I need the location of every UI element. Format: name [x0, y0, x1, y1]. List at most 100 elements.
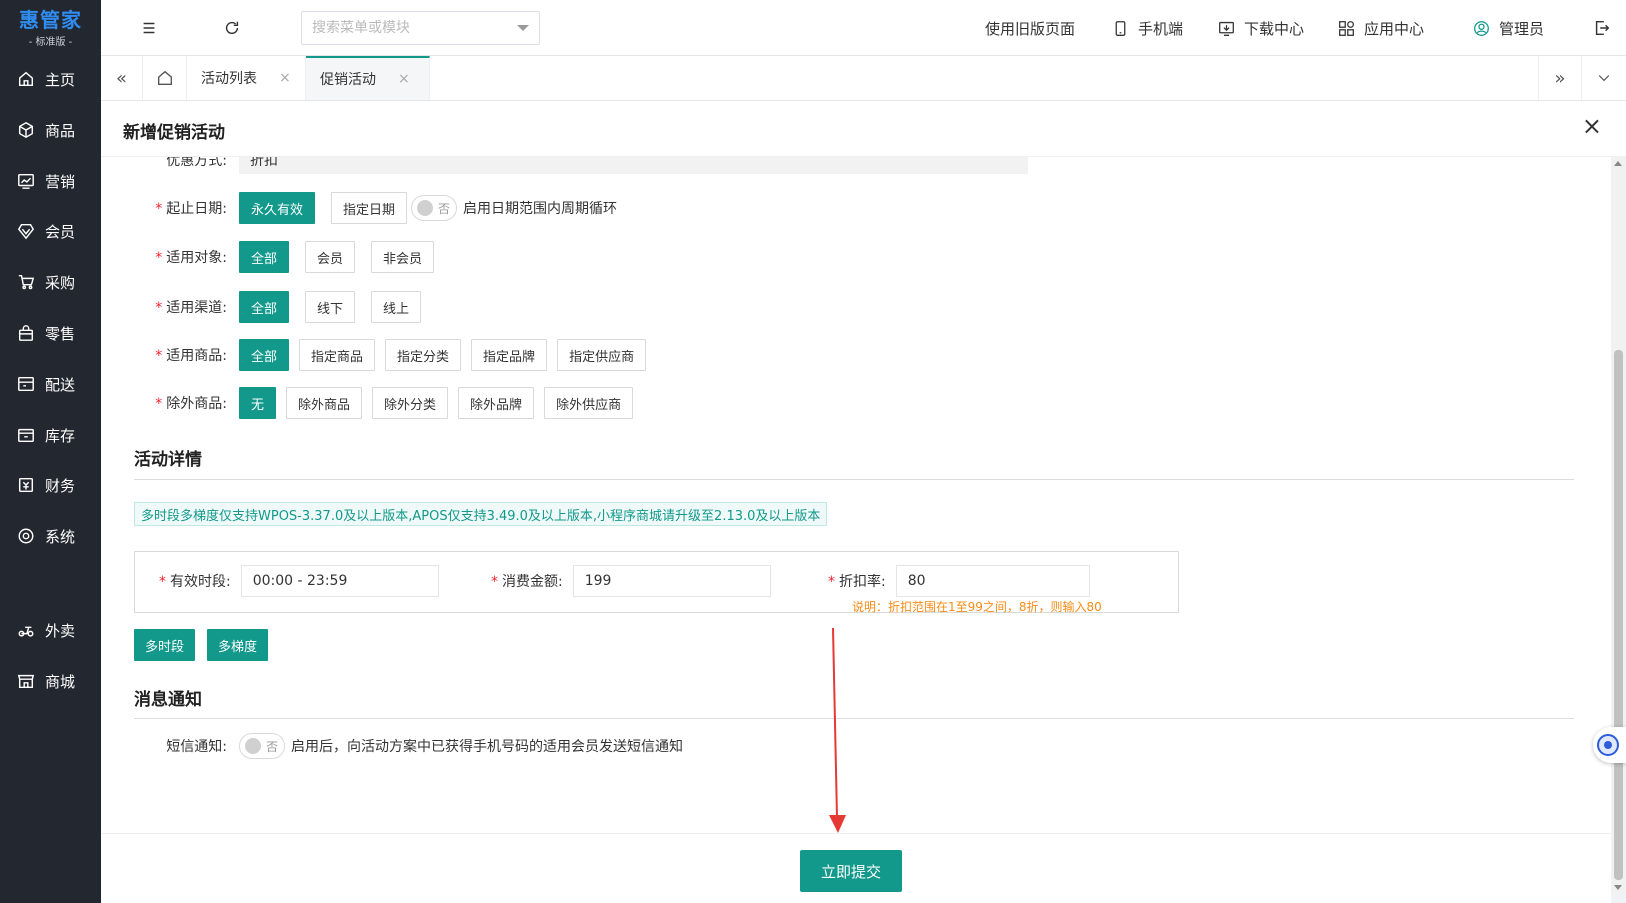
target-all-button[interactable]: 全部 [239, 241, 290, 273]
rate-input[interactable] [895, 565, 1090, 597]
sidebar-item-purchase[interactable]: 采购 [0, 262, 101, 302]
channel-online-button[interactable]: 线上 [371, 291, 422, 323]
version-notice: 多时段多梯度仅支持WPOS-3.37.0及以上版本,APOS仅支持3.49.0及… [134, 502, 828, 526]
close-icon[interactable]: × [398, 71, 410, 87]
goods-category-button[interactable]: 指定分类 [385, 339, 462, 371]
sidebar-item-inventory[interactable]: 库存 [0, 415, 101, 455]
target-member-button[interactable]: 会员 [305, 241, 356, 273]
diamond-icon [15, 220, 37, 242]
toggle-text: 否 [266, 739, 279, 754]
sidebar-item-label: 会员 [45, 222, 76, 241]
scroll-thumb[interactable] [1614, 350, 1623, 880]
menu-toggle-icon[interactable] [137, 16, 161, 40]
multi-tier-button[interactable]: 多梯度 [207, 629, 269, 661]
notify-section-title: 消息通知 [134, 690, 202, 710]
channel-all-button[interactable]: 全部 [239, 291, 290, 323]
menu-search[interactable] [301, 11, 540, 45]
amount-field: * 消费金额: [491, 565, 771, 597]
goods-supplier-button[interactable]: 指定供应商 [557, 339, 647, 371]
exclude-row: * 除外商品: 无 除外商品 除外分类 除外品牌 除外供应商 [101, 387, 649, 419]
sidebar-item-mall[interactable]: 商城 [0, 661, 101, 701]
logout-icon[interactable] [1590, 16, 1614, 40]
sidebar-item-member[interactable]: 会员 [0, 211, 101, 251]
exclude-label: * 除外商品: [101, 393, 239, 413]
mobile-link[interactable]: 手机端 [1112, 18, 1183, 39]
user-menu[interactable]: 管理员 [1473, 18, 1544, 39]
chevron-down-icon[interactable] [517, 25, 529, 31]
tab-promotion[interactable]: 促销活动 × [306, 56, 430, 100]
goods-specific-button[interactable]: 指定商品 [299, 339, 376, 371]
date-label-text: 起止日期: [166, 201, 227, 217]
assistant-icon [1597, 734, 1619, 756]
sidebar: 惠管家 - 标准版 - 主页 商品 营销 会员 采购 零售 配送 库存 财务 系… [0, 0, 101, 903]
box-icon [15, 119, 37, 141]
period-input[interactable] [240, 565, 439, 597]
tab-label: 促销活动 [320, 72, 376, 88]
sidebar-item-delivery[interactable]: 配送 [0, 364, 101, 404]
old-version-link[interactable]: 使用旧版页面 [985, 18, 1075, 39]
multi-period-button[interactable]: 多时段 [134, 629, 196, 661]
cycle-toggle[interactable]: 否 [411, 195, 458, 221]
sidebar-item-retail[interactable]: 零售 [0, 313, 101, 353]
assistant-bubble[interactable] [1593, 727, 1626, 763]
channel-row: * 适用渠道: 全部 线下 线上 [101, 291, 437, 323]
goods-all-button[interactable]: 全部 [239, 339, 290, 371]
download-center-link[interactable]: 下载中心 [1218, 18, 1304, 39]
amount-input[interactable] [572, 565, 771, 597]
scroll-up-icon[interactable] [1614, 161, 1622, 166]
sidebar-item-home[interactable]: 主页 [0, 59, 101, 99]
tab-menu-chevron-down-icon[interactable] [1582, 56, 1626, 100]
exclude-goods-button[interactable]: 除外商品 [286, 387, 363, 419]
close-icon[interactable]: × [279, 70, 291, 86]
tab-activity-list[interactable]: 活动列表 × [187, 56, 306, 100]
sms-label: 短信通知: [166, 739, 227, 755]
channel-offline-button[interactable]: 线下 [305, 291, 356, 323]
exclude-brand-button[interactable]: 除外品牌 [458, 387, 535, 419]
top-header: 使用旧版页面 手机端 下载中心 应用中心 管理员 [101, 0, 1626, 56]
home-tab-icon[interactable] [143, 56, 187, 100]
logo-subtitle: - 标准版 - [28, 36, 73, 48]
finance-icon [15, 474, 37, 496]
goods-label-text: 适用商品: [166, 348, 227, 364]
old-version-label: 使用旧版页面 [985, 20, 1076, 38]
home-icon [15, 68, 37, 90]
target-row: * 适用对象: 全部 会员 非会员 [101, 241, 450, 273]
sidebar-item-label: 零售 [45, 324, 76, 343]
exclude-supplier-button[interactable]: 除外供应商 [544, 387, 634, 419]
scroll-down-icon[interactable] [1614, 885, 1622, 890]
cycle-hint: 启用日期范围内周期循环 [463, 201, 618, 217]
dialog-header: 新增促销活动 × [101, 101, 1626, 157]
date-label: * 起止日期: [101, 198, 239, 218]
cart-icon [15, 271, 37, 293]
target-non-member-button[interactable]: 非会员 [371, 241, 435, 273]
sidebar-item-system[interactable]: 系统 [0, 516, 101, 556]
date-specific-button[interactable]: 指定日期 [331, 192, 408, 224]
toggle-knob [245, 738, 261, 754]
notify-divider [134, 718, 1574, 719]
goods-brand-button[interactable]: 指定品牌 [471, 339, 548, 371]
sms-toggle[interactable]: 否 [239, 733, 285, 759]
close-icon[interactable]: × [1582, 114, 1602, 138]
rate-label: * 折扣率: [828, 574, 886, 590]
sidebar-item-label: 采购 [45, 273, 76, 292]
grid-icon [1339, 21, 1354, 36]
submit-button[interactable]: 立即提交 [800, 850, 902, 892]
user-icon [1474, 21, 1489, 36]
sidebar-item-takeout[interactable]: 外卖 [0, 610, 101, 650]
scroll-tabs-left-icon[interactable]: « [101, 56, 143, 100]
app-center-link[interactable]: 应用中心 [1338, 18, 1424, 39]
app-logo[interactable]: 惠管家 - 标准版 - [0, 0, 101, 56]
scrollbar[interactable] [1611, 157, 1626, 893]
app-center-label: 应用中心 [1364, 20, 1425, 38]
sidebar-item-finance[interactable]: 财务 [0, 465, 101, 505]
scroll-tabs-right-icon[interactable]: » [1538, 56, 1582, 100]
search-input[interactable] [312, 20, 517, 36]
refresh-icon[interactable] [220, 16, 244, 40]
exclude-none-button[interactable]: 无 [239, 387, 277, 419]
sidebar-item-marketing[interactable]: 营销 [0, 161, 101, 201]
exclude-category-button[interactable]: 除外分类 [372, 387, 449, 419]
sidebar-item-label: 商品 [45, 121, 76, 140]
sidebar-item-goods[interactable]: 商品 [0, 110, 101, 150]
date-permanent-button[interactable]: 永久有效 [239, 192, 316, 224]
exclude-label-text: 除外商品: [166, 396, 227, 412]
